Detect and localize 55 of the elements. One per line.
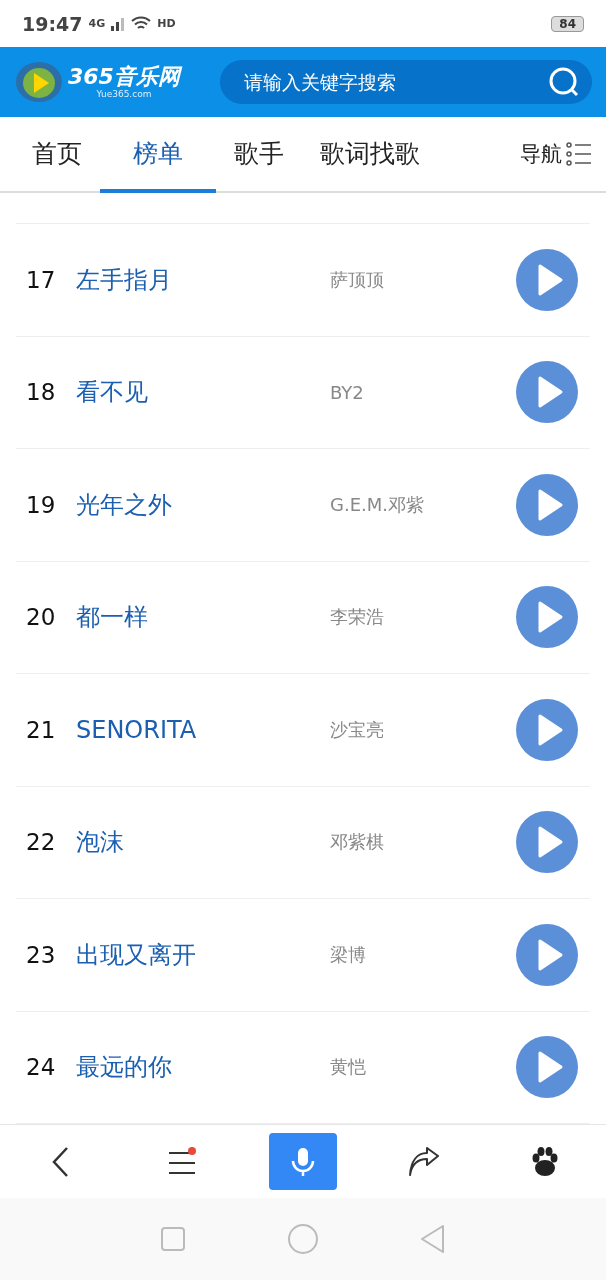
- rank-number: 19: [26, 491, 57, 518]
- play-button[interactable]: [516, 248, 578, 311]
- rank-number: 23: [26, 941, 57, 968]
- list-icon: [566, 142, 592, 166]
- rank-number: 24: [26, 1054, 57, 1081]
- hd-label: HD: [157, 17, 176, 30]
- logo-subtitle: Yue365.com: [96, 89, 152, 99]
- song-title-link[interactable]: 最远的你: [76, 1051, 330, 1084]
- play-button[interactable]: [516, 586, 578, 649]
- play-button[interactable]: [516, 1036, 578, 1099]
- artist-name: BY2: [330, 381, 365, 403]
- microphone-icon: [290, 1146, 315, 1177]
- share-icon[interactable]: [408, 1146, 441, 1177]
- signal-icon: [111, 16, 126, 31]
- artist-name: 萨顶顶: [330, 267, 385, 292]
- microphone-button[interactable]: [268, 1133, 337, 1190]
- song-title-link[interactable]: SENORITA: [76, 715, 330, 744]
- artist-name: 梁博: [330, 942, 367, 967]
- rank-number: 21: [26, 716, 57, 743]
- search-icon[interactable]: [548, 66, 580, 98]
- home-icon[interactable]: [287, 1223, 319, 1255]
- artist-name: 李荣浩: [330, 605, 385, 630]
- song-title-link[interactable]: 光年之外: [76, 488, 330, 521]
- tab[interactable]: 歌词找歌: [302, 117, 438, 193]
- play-button[interactable]: [516, 361, 578, 424]
- search-field[interactable]: 请输入关键字搜索: [219, 60, 592, 104]
- play-button[interactable]: [516, 811, 578, 874]
- rank-number: 18: [26, 379, 57, 406]
- back-icon[interactable]: [50, 1145, 71, 1178]
- artist-name: 邓紫棋: [330, 830, 385, 855]
- artist-name: 黄恺: [330, 1055, 367, 1080]
- nav-label[interactable]: 导航: [520, 140, 562, 168]
- rank-number: 17: [26, 266, 57, 293]
- tab[interactable]: 榜单: [100, 117, 216, 193]
- song-title-link[interactable]: 看不见: [76, 376, 330, 409]
- battery-level: 84: [551, 15, 584, 32]
- song-title-link[interactable]: 都一样: [76, 601, 330, 634]
- tab[interactable]: 歌手: [216, 117, 302, 193]
- play-button[interactable]: [516, 473, 578, 536]
- rank-number: 20: [26, 604, 57, 631]
- song-title-link[interactable]: 出现又离开: [76, 938, 330, 971]
- song-title-link[interactable]: 左手指月: [76, 263, 330, 296]
- rank-number: 22: [26, 829, 57, 856]
- artist-name: 沙宝亮: [330, 717, 385, 742]
- recent-apps-icon[interactable]: [160, 1226, 187, 1252]
- status-time: 19:47: [22, 12, 83, 35]
- nav-tab[interactable]: 导航: [520, 117, 592, 191]
- play-logo-icon: [14, 60, 64, 104]
- play-button[interactable]: [516, 698, 578, 761]
- artist-name: G.E.M.邓紫: [330, 492, 426, 517]
- play-button[interactable]: [516, 923, 578, 986]
- song-title-link[interactable]: 泡沫: [76, 826, 330, 859]
- back-triangle-icon[interactable]: [419, 1224, 446, 1254]
- tab[interactable]: 首页: [14, 117, 100, 193]
- network-label: 4G: [88, 17, 106, 30]
